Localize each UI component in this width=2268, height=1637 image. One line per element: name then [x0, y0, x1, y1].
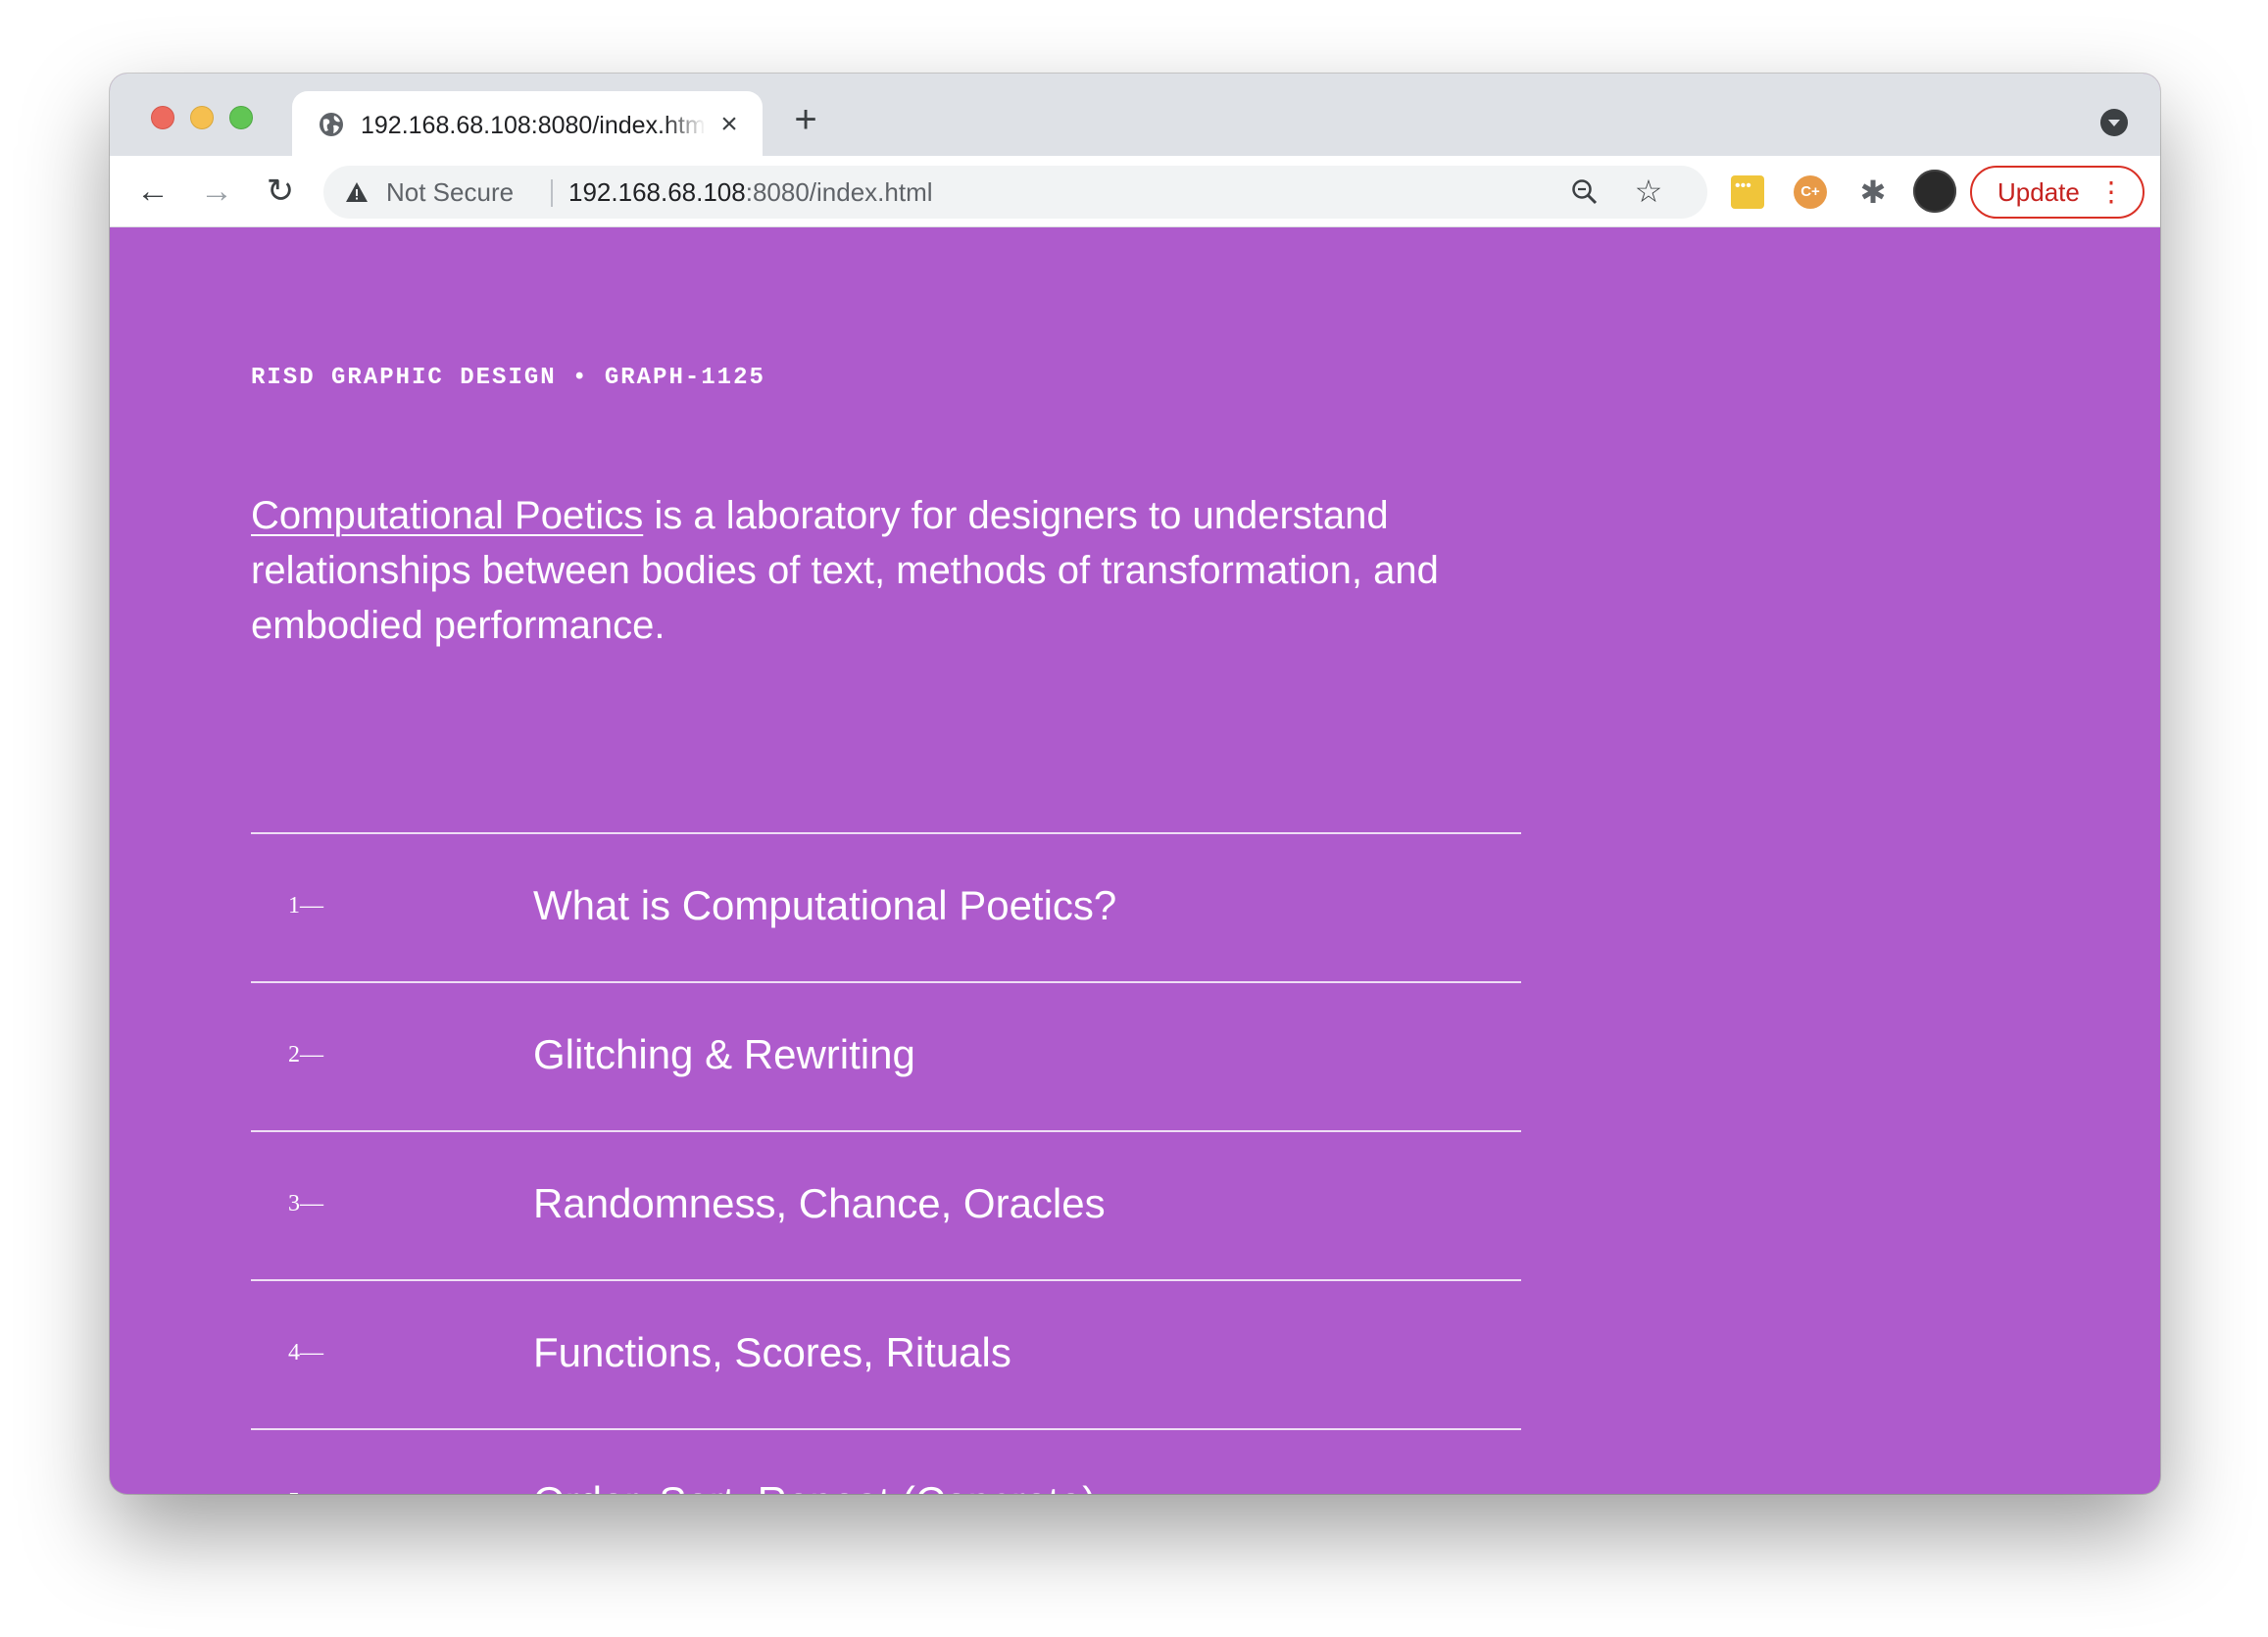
- intro-link[interactable]: Computational Poetics: [251, 494, 643, 537]
- browser-toolbar: ← → ↻ Not Secure 192.168.68.108:8080/ind…: [110, 156, 2160, 227]
- security-label[interactable]: Not Secure: [386, 177, 514, 207]
- unit-list: 1— What is Computational Poetics? 2— Gli…: [251, 832, 1521, 1494]
- zoom-icon[interactable]: [1570, 177, 1600, 207]
- new-tab-button[interactable]: +: [788, 100, 823, 139]
- tab-search-icon[interactable]: [2100, 109, 2128, 136]
- unit-title[interactable]: Functions, Scores, Rituals: [533, 1328, 1011, 1377]
- unit-title[interactable]: Glitching & Rewriting: [533, 1030, 915, 1079]
- intro-paragraph: Computational Poetics is a laboratory fo…: [251, 488, 1525, 653]
- tab-title: 192.168.68.108:8080/index.html: [361, 112, 706, 139]
- tab-strip: 192.168.68.108:8080/index.html × +: [110, 74, 2160, 156]
- unit-row[interactable]: 3— Randomness, Chance, Oracles: [251, 1130, 1521, 1279]
- url-host: 192.168.68.108: [568, 177, 746, 207]
- browser-tab[interactable]: 192.168.68.108:8080/index.html ×: [292, 91, 763, 156]
- unit-row[interactable]: 4— Functions, Scores, Rituals: [251, 1279, 1521, 1428]
- url-text[interactable]: 192.168.68.108:8080/index.html: [568, 177, 933, 207]
- unit-row[interactable]: 1— What is Computational Poetics?: [251, 832, 1521, 981]
- extension-icon[interactable]: C+: [1794, 175, 1827, 209]
- unit-number: 4—: [288, 1340, 323, 1365]
- extension-icon[interactable]: [1731, 175, 1764, 209]
- more-menu-icon[interactable]: ⋮: [2097, 168, 2125, 217]
- update-button[interactable]: Update ⋮: [1970, 166, 2145, 219]
- address-bar[interactable]: Not Secure 192.168.68.108:8080/index.htm…: [323, 166, 1707, 219]
- back-button[interactable]: ←: [133, 172, 173, 211]
- unit-number: 2—: [288, 1042, 323, 1067]
- unit-title[interactable]: Order, Sort, Repeat (Concrete): [533, 1477, 1096, 1494]
- page-content: RISD GRAPHIC DESIGN • GRAPH-1125 Computa…: [110, 227, 2160, 1494]
- puzzle-icon[interactable]: ✱: [1856, 175, 1890, 209]
- update-label: Update: [1997, 177, 2080, 207]
- forward-button[interactable]: →: [197, 172, 236, 211]
- unit-number: 3—: [288, 1191, 323, 1216]
- bookmark-star-icon[interactable]: ☆: [1633, 175, 1664, 207]
- browser-window: 192.168.68.108:8080/index.html × + ← → ↻…: [110, 74, 2160, 1494]
- url-path: :8080/index.html: [745, 177, 933, 207]
- maximize-window-button[interactable]: [229, 106, 253, 129]
- course-code: RISD GRAPHIC DESIGN • GRAPH-1125: [251, 365, 765, 391]
- close-tab-icon[interactable]: ×: [715, 110, 743, 139]
- globe-icon: [320, 113, 343, 136]
- unit-title[interactable]: Randomness, Chance, Oracles: [533, 1179, 1106, 1228]
- unit-title[interactable]: What is Computational Poetics?: [533, 881, 1116, 930]
- warning-icon: [346, 182, 368, 202]
- reload-button[interactable]: ↻: [261, 172, 300, 211]
- unit-row[interactable]: 5— Order, Sort, Repeat (Concrete): [251, 1428, 1521, 1494]
- unit-row[interactable]: 2— Glitching & Rewriting: [251, 981, 1521, 1130]
- unit-number: 5—: [288, 1489, 323, 1494]
- close-window-button[interactable]: [151, 106, 174, 129]
- avatar[interactable]: [1913, 170, 1956, 213]
- minimize-window-button[interactable]: [190, 106, 214, 129]
- unit-number: 1—: [288, 893, 323, 918]
- omnibox-divider: [551, 179, 553, 207]
